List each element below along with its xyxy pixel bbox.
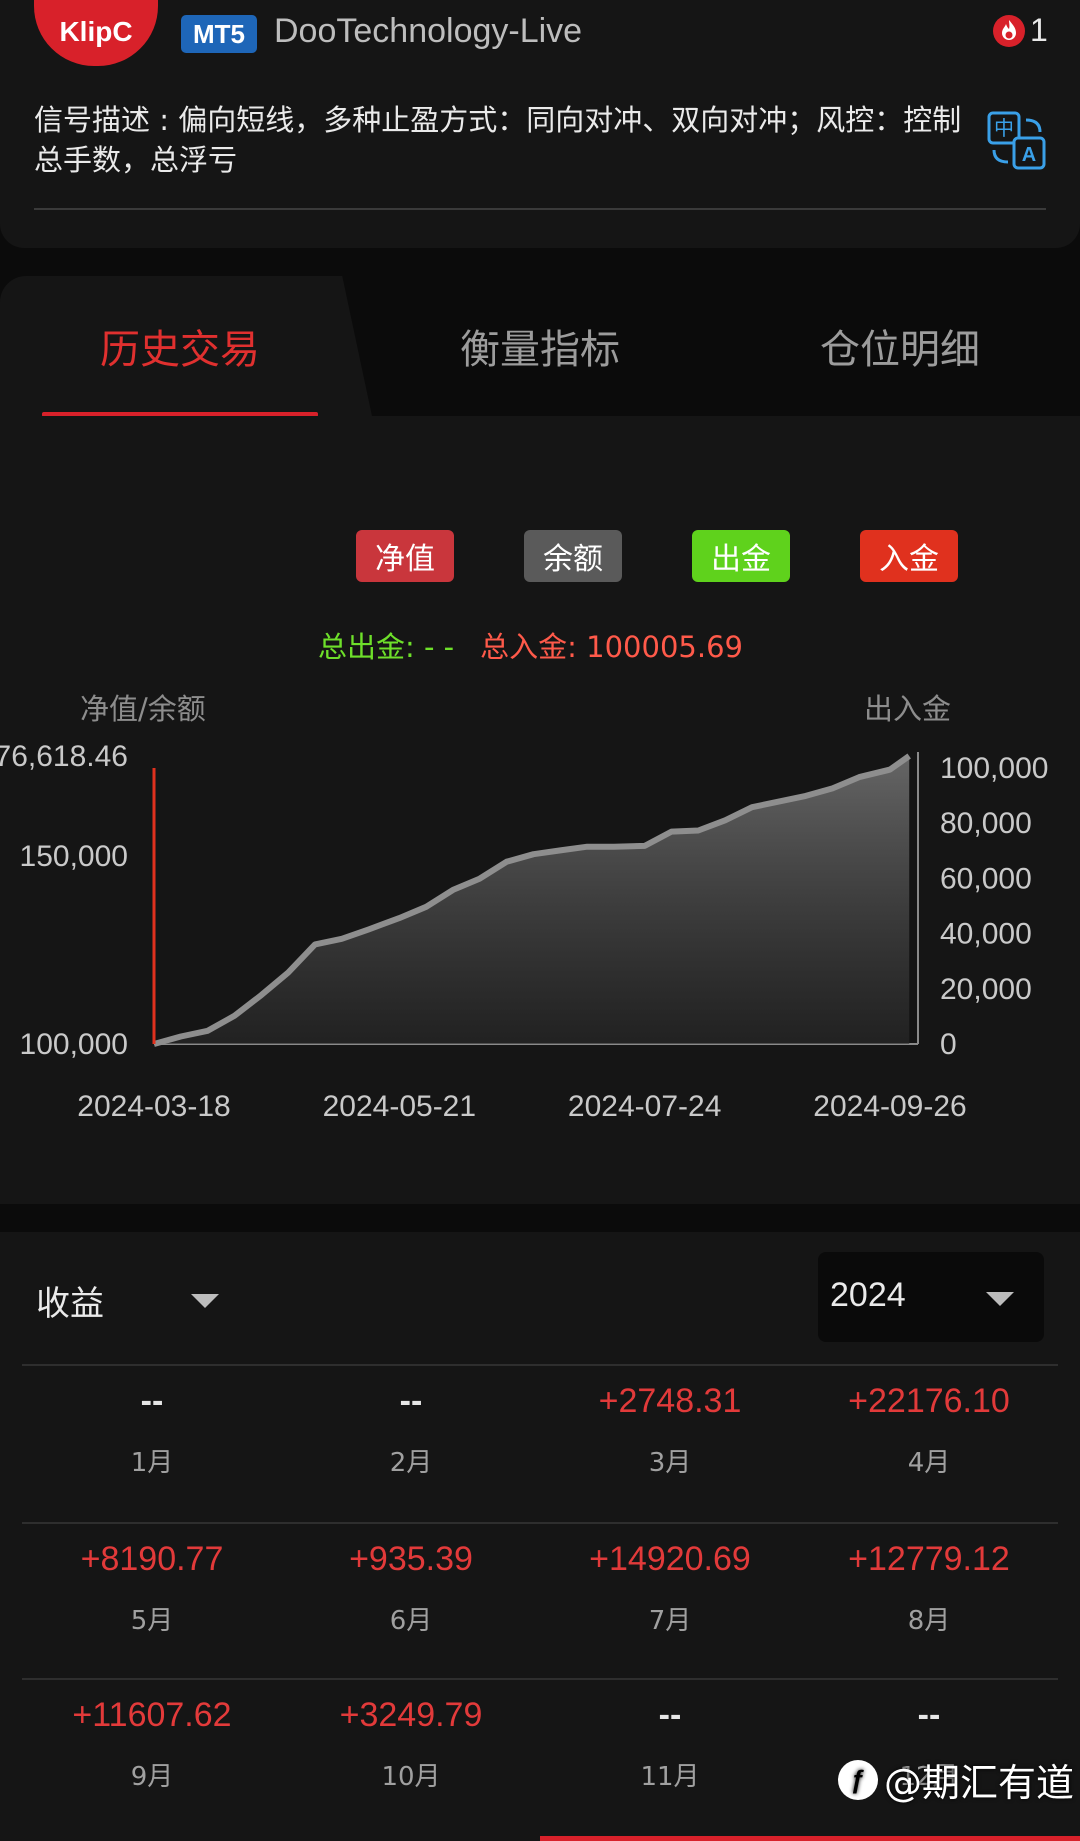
total-withdraw-label: 总出金: xyxy=(318,630,415,664)
month-grid-divider xyxy=(22,1522,1058,1524)
metric-select-label[interactable]: 收益 xyxy=(36,1276,104,1325)
fire-count: 1 xyxy=(1030,12,1048,48)
month-label: 11月 xyxy=(640,1762,700,1792)
metric-chevron-down-icon[interactable] xyxy=(191,1294,219,1308)
legend-withdraw[interactable]: 出金 xyxy=(692,530,790,582)
chart-panel: 净值 余额 出金 入金 总出金: - - 总入金: 100005.69 净值/余额… xyxy=(0,416,1080,1204)
month-cell[interactable]: +2748.31 3月 xyxy=(540,1382,800,1479)
month-cell[interactable]: +3249.79 10月 xyxy=(281,1696,541,1793)
year-value: 2024 xyxy=(830,1276,906,1314)
right-tick-label: 20,000 xyxy=(940,973,1032,1006)
month-cell[interactable]: +935.39 6月 xyxy=(281,1540,541,1637)
tab-positions[interactable]: 仓位明细 xyxy=(720,276,1080,416)
fire-icon[interactable] xyxy=(992,14,1026,48)
month-label: 8月 xyxy=(907,1606,951,1636)
signal-description: 信号描述 : 偏向短线，多种止盈方式：同向对冲、双向对冲；风控：控制总手数，总浮… xyxy=(34,103,962,177)
profit-panel: 收益 2024 -- 1月 -- 2月 +2748.31 3月 +22176.10 4月 +81… xyxy=(0,1232,1080,1841)
x-tick-label: 2024-05-21 xyxy=(323,1090,476,1123)
month-profit-value: -- xyxy=(917,1696,941,1734)
total-withdraw: 总出金: - - xyxy=(318,630,454,664)
month-grid-divider xyxy=(22,1678,1058,1680)
total-deposit-value: 100005.69 xyxy=(586,630,743,664)
year-select[interactable]: 2024 xyxy=(818,1252,1044,1342)
left-tick-label: 150,000 xyxy=(20,840,128,873)
month-cell[interactable]: -- 2月 xyxy=(281,1382,541,1479)
svg-text:A: A xyxy=(1022,144,1036,166)
right-tick-label: 80,000 xyxy=(940,807,1032,840)
month-cell[interactable]: +11607.62 9月 xyxy=(22,1696,282,1793)
right-axis-title: 出入金 xyxy=(864,692,952,726)
month-label: 9月 xyxy=(130,1762,174,1792)
left-tick-label: 176,618.46 xyxy=(0,740,128,773)
translate-icon[interactable]: 中 A xyxy=(986,110,1048,172)
watermark-text: @期汇有道 xyxy=(884,1761,1075,1805)
month-cell[interactable]: +14920.69 7月 xyxy=(540,1540,800,1637)
watermark: ƒ @期汇有道 xyxy=(838,1752,1074,1807)
server-name: DooTechnology-Live xyxy=(274,12,583,50)
legend-equity[interactable]: 净值 xyxy=(356,530,454,582)
month-profit-value: +3249.79 xyxy=(339,1696,483,1734)
totals-line: 总出金: - - 总入金: 100005.69 xyxy=(318,624,743,666)
month-profit-value: +11607.62 xyxy=(72,1696,232,1734)
month-profit-value: -- xyxy=(140,1382,164,1420)
year-chevron-down-icon xyxy=(986,1292,1014,1306)
month-cell[interactable]: +22176.10 4月 xyxy=(799,1382,1059,1479)
right-tick-label: 60,000 xyxy=(940,862,1032,895)
total-deposit-label: 总入金: xyxy=(480,630,577,664)
header-divider xyxy=(34,208,1046,210)
watermark-logo-icon: ƒ xyxy=(838,1759,878,1800)
tab-metrics[interactable]: 衡量指标 xyxy=(360,276,720,416)
equity-chart[interactable]: 100,000 150,000 176,618.46 0 20,000 40,000 60,… xyxy=(0,736,1080,1186)
x-tick-label: 2024-03-18 xyxy=(77,1090,230,1123)
month-cell[interactable]: +12779.12 8月 xyxy=(799,1540,1059,1637)
right-tick-label: 0 xyxy=(940,1028,957,1061)
platform-badge: MT5 xyxy=(181,15,257,53)
month-profit-value: +8190.77 xyxy=(80,1540,224,1578)
month-label: 6月 xyxy=(389,1606,433,1636)
left-axis-title: 净值/余额 xyxy=(80,692,206,726)
month-profit-value: +2748.31 xyxy=(598,1382,742,1420)
month-label: 3月 xyxy=(648,1448,692,1478)
month-profit-value: +12779.12 xyxy=(848,1540,1010,1578)
bottom-accent-bar xyxy=(540,1836,1080,1841)
month-label: 1月 xyxy=(130,1448,174,1478)
month-profit-value: +935.39 xyxy=(349,1540,473,1578)
month-label: 4月 xyxy=(907,1448,951,1478)
month-label: 2月 xyxy=(389,1448,433,1478)
svg-text:中: 中 xyxy=(994,116,1014,140)
month-cell[interactable]: -- 11月 xyxy=(540,1696,800,1793)
klipc-logo[interactable]: KlipC xyxy=(34,0,158,66)
month-grid-divider xyxy=(22,1364,1058,1366)
month-profit-value: -- xyxy=(399,1382,423,1420)
month-profit-value: +22176.10 xyxy=(848,1382,1010,1420)
month-label: 10月 xyxy=(381,1762,441,1792)
x-tick-label: 2024-07-24 xyxy=(568,1090,721,1123)
total-withdraw-value: - - xyxy=(424,630,455,664)
right-tick-label: 40,000 xyxy=(940,918,1032,951)
legend-balance[interactable]: 余额 xyxy=(524,530,622,582)
month-profit-value: +14920.69 xyxy=(589,1540,751,1578)
right-tick-label: 100,000 xyxy=(940,752,1048,785)
total-deposit: 总入金: 100005.69 xyxy=(480,630,743,664)
signal-header: KlipC MT5 DooTechnology-Live 1 信号描述 : 偏向… xyxy=(0,0,1080,248)
x-tick-label: 2024-09-26 xyxy=(813,1090,966,1123)
tab-history-trades[interactable]: 历史交易 xyxy=(0,276,360,416)
logo-text: KlipC xyxy=(59,16,133,47)
month-cell[interactable]: -- 1月 xyxy=(22,1382,282,1479)
month-profit-value: -- xyxy=(658,1696,682,1734)
tab-bar: 历史交易 衡量指标 仓位明细 xyxy=(0,276,1080,417)
month-label: 5月 xyxy=(130,1606,174,1636)
month-label: 7月 xyxy=(648,1606,692,1636)
month-cell[interactable]: +8190.77 5月 xyxy=(22,1540,282,1637)
left-tick-label: 100,000 xyxy=(20,1028,128,1061)
legend-deposit[interactable]: 入金 xyxy=(860,530,958,582)
